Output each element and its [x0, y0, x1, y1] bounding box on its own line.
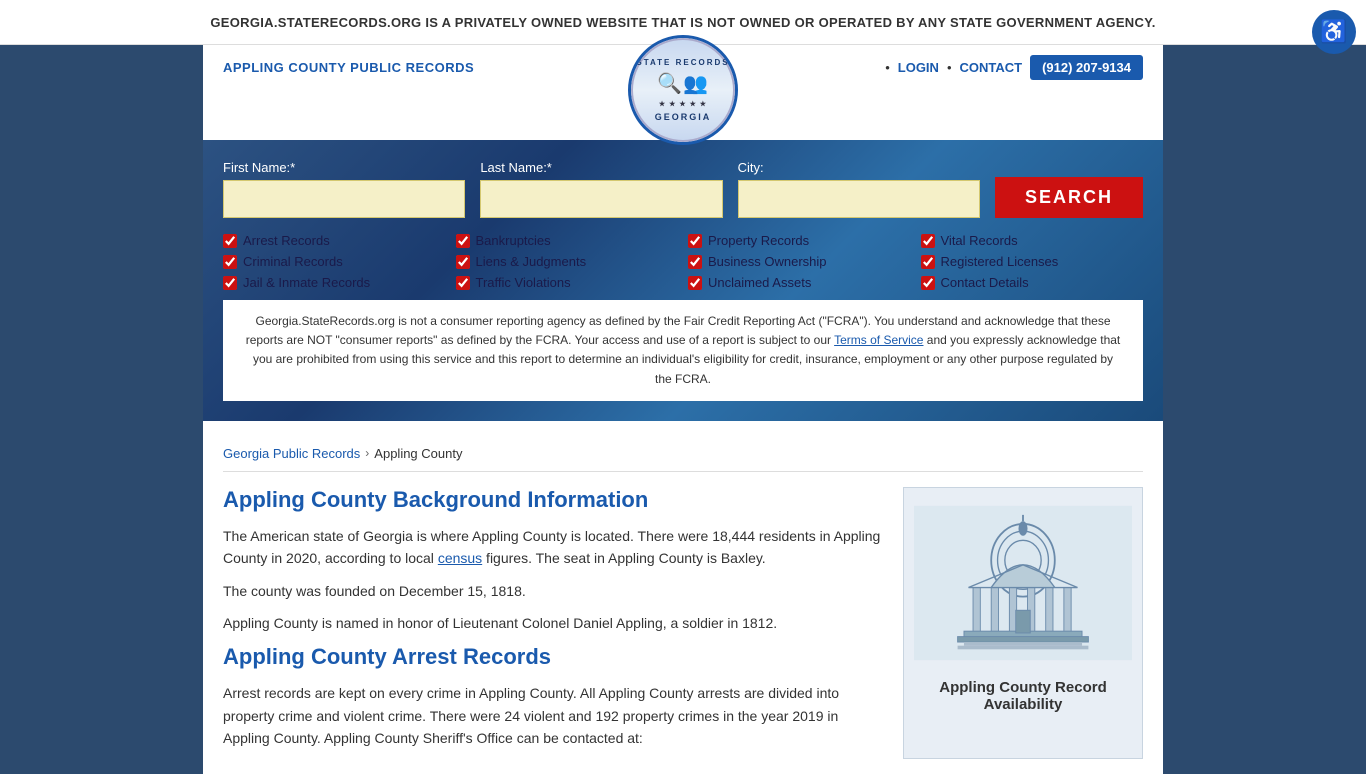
- checkbox-label: Liens & Judgments: [476, 254, 587, 269]
- checkbox-input[interactable]: [223, 276, 237, 290]
- search-button[interactable]: SEARCH: [995, 177, 1143, 218]
- content-paragraph-2: The county was founded on December 15, 1…: [223, 580, 883, 602]
- terms-link[interactable]: Terms of Service: [834, 333, 923, 347]
- checkbox-item[interactable]: Unclaimed Assets: [688, 275, 911, 290]
- checkbox-label: Unclaimed Assets: [708, 275, 811, 290]
- checkbox-label: Property Records: [708, 233, 809, 248]
- nav-login-link[interactable]: LOGIN: [898, 60, 939, 75]
- checkbox-item[interactable]: Criminal Records: [223, 254, 446, 269]
- checkbox-label: Bankruptcies: [476, 233, 551, 248]
- checkbox-input[interactable]: [921, 276, 935, 290]
- checkbox-input[interactable]: [223, 234, 237, 248]
- checkboxes-grid: Arrest Records Bankruptcies Property Rec…: [223, 233, 1143, 290]
- checkbox-label: Jail & Inmate Records: [243, 275, 370, 290]
- logo: STATE RECORDS 🔍👥 ★ ★ ★ ★ ★ GEORGIA: [628, 35, 738, 145]
- first-name-group: First Name:*: [223, 160, 465, 218]
- last-name-label: Last Name:*: [480, 160, 722, 175]
- checkbox-item[interactable]: Bankruptcies: [456, 233, 679, 248]
- arrest-paragraph: Arrest records are kept on every crime i…: [223, 682, 883, 749]
- checkbox-item[interactable]: Property Records: [688, 233, 911, 248]
- checkbox-input[interactable]: [688, 276, 702, 290]
- checkbox-item[interactable]: Jail & Inmate Records: [223, 275, 446, 290]
- checkbox-item[interactable]: Liens & Judgments: [456, 254, 679, 269]
- nav-right: • LOGIN • CONTACT (912) 207-9134: [885, 55, 1143, 80]
- city-label: City:: [738, 160, 980, 175]
- checkbox-label: Vital Records: [941, 233, 1018, 248]
- site-header: APPLING COUNTY PUBLIC RECORDS STATE RECO…: [203, 45, 1163, 90]
- disclaimer-box: Georgia.StateRecords.org is not a consum…: [223, 300, 1143, 401]
- checkbox-label: Arrest Records: [243, 233, 330, 248]
- last-name-group: Last Name:*: [480, 160, 722, 218]
- breadcrumb-parent-link[interactable]: Georgia Public Records: [223, 446, 360, 461]
- checkbox-input[interactable]: [688, 255, 702, 269]
- content-main: Appling County Background Information Th…: [223, 487, 883, 760]
- logo-stars: ★ ★ ★ ★ ★: [659, 100, 707, 108]
- checkbox-input[interactable]: [921, 234, 935, 248]
- logo-bottom-text: GEORGIA: [655, 112, 712, 122]
- checkbox-input[interactable]: [223, 255, 237, 269]
- breadcrumb-separator: ›: [365, 446, 369, 460]
- checkbox-item[interactable]: Contact Details: [921, 275, 1144, 290]
- search-section: First Name:* Last Name:* City: SEARCH Ar…: [203, 140, 1163, 421]
- content-paragraph-3: Appling County is named in honor of Lieu…: [223, 612, 883, 634]
- content-layout: Appling County Background Information Th…: [223, 487, 1143, 760]
- site-title: APPLING COUNTY PUBLIC RECORDS: [223, 60, 474, 75]
- last-name-input[interactable]: [480, 180, 722, 218]
- building-illustration: [914, 498, 1132, 668]
- content-paragraph-1: The American state of Georgia is where A…: [223, 525, 883, 570]
- checkbox-input[interactable]: [456, 276, 470, 290]
- checkbox-item[interactable]: Business Ownership: [688, 254, 911, 269]
- disclaimer-text: Georgia.StateRecords.org is not a consum…: [246, 314, 1121, 386]
- census-link[interactable]: census: [438, 550, 482, 566]
- breadcrumb-current: Appling County: [374, 446, 462, 461]
- sidebar-caption: Appling County Record Availability: [914, 679, 1132, 713]
- accessibility-button[interactable]: ♿: [1312, 10, 1356, 54]
- checkbox-input[interactable]: [456, 234, 470, 248]
- checkbox-item[interactable]: Registered Licenses: [921, 254, 1144, 269]
- checkbox-input[interactable]: [688, 234, 702, 248]
- search-fields: First Name:* Last Name:* City: SEARCH: [223, 160, 1143, 218]
- nav-contact-link[interactable]: CONTACT: [960, 60, 1023, 75]
- checkbox-item[interactable]: Vital Records: [921, 233, 1144, 248]
- city-group: City:: [738, 160, 980, 218]
- first-name-input[interactable]: [223, 180, 465, 218]
- checkbox-input[interactable]: [456, 255, 470, 269]
- checkbox-label: Registered Licenses: [941, 254, 1059, 269]
- checkbox-label: Traffic Violations: [476, 275, 571, 290]
- nav-dot-1: •: [885, 60, 890, 75]
- sidebar-card: Appling County Record Availability: [903, 487, 1143, 760]
- logo-top-text: STATE RECORDS: [636, 58, 729, 67]
- breadcrumb: Georgia Public Records › Appling County: [223, 436, 1143, 472]
- city-input[interactable]: [738, 180, 980, 218]
- checkbox-label: Business Ownership: [708, 254, 827, 269]
- checkbox-label: Contact Details: [941, 275, 1029, 290]
- checkbox-label: Criminal Records: [243, 254, 343, 269]
- main-section-title: Appling County Background Information: [223, 487, 883, 513]
- nav-dot-2: •: [947, 60, 952, 75]
- first-name-label: First Name:*: [223, 160, 465, 175]
- checkbox-item[interactable]: Arrest Records: [223, 233, 446, 248]
- banner-text: GEORGIA.STATERECORDS.ORG IS A PRIVATELY …: [210, 15, 1155, 30]
- logo-icons: 🔍👥: [657, 71, 709, 96]
- content-area: Georgia Public Records › Appling County …: [203, 421, 1163, 774]
- accessibility-icon: ♿: [1320, 19, 1347, 45]
- arrest-section-title: Appling County Arrest Records: [223, 644, 883, 670]
- checkbox-input[interactable]: [921, 255, 935, 269]
- nav-phone-link[interactable]: (912) 207-9134: [1030, 55, 1143, 80]
- checkbox-item[interactable]: Traffic Violations: [456, 275, 679, 290]
